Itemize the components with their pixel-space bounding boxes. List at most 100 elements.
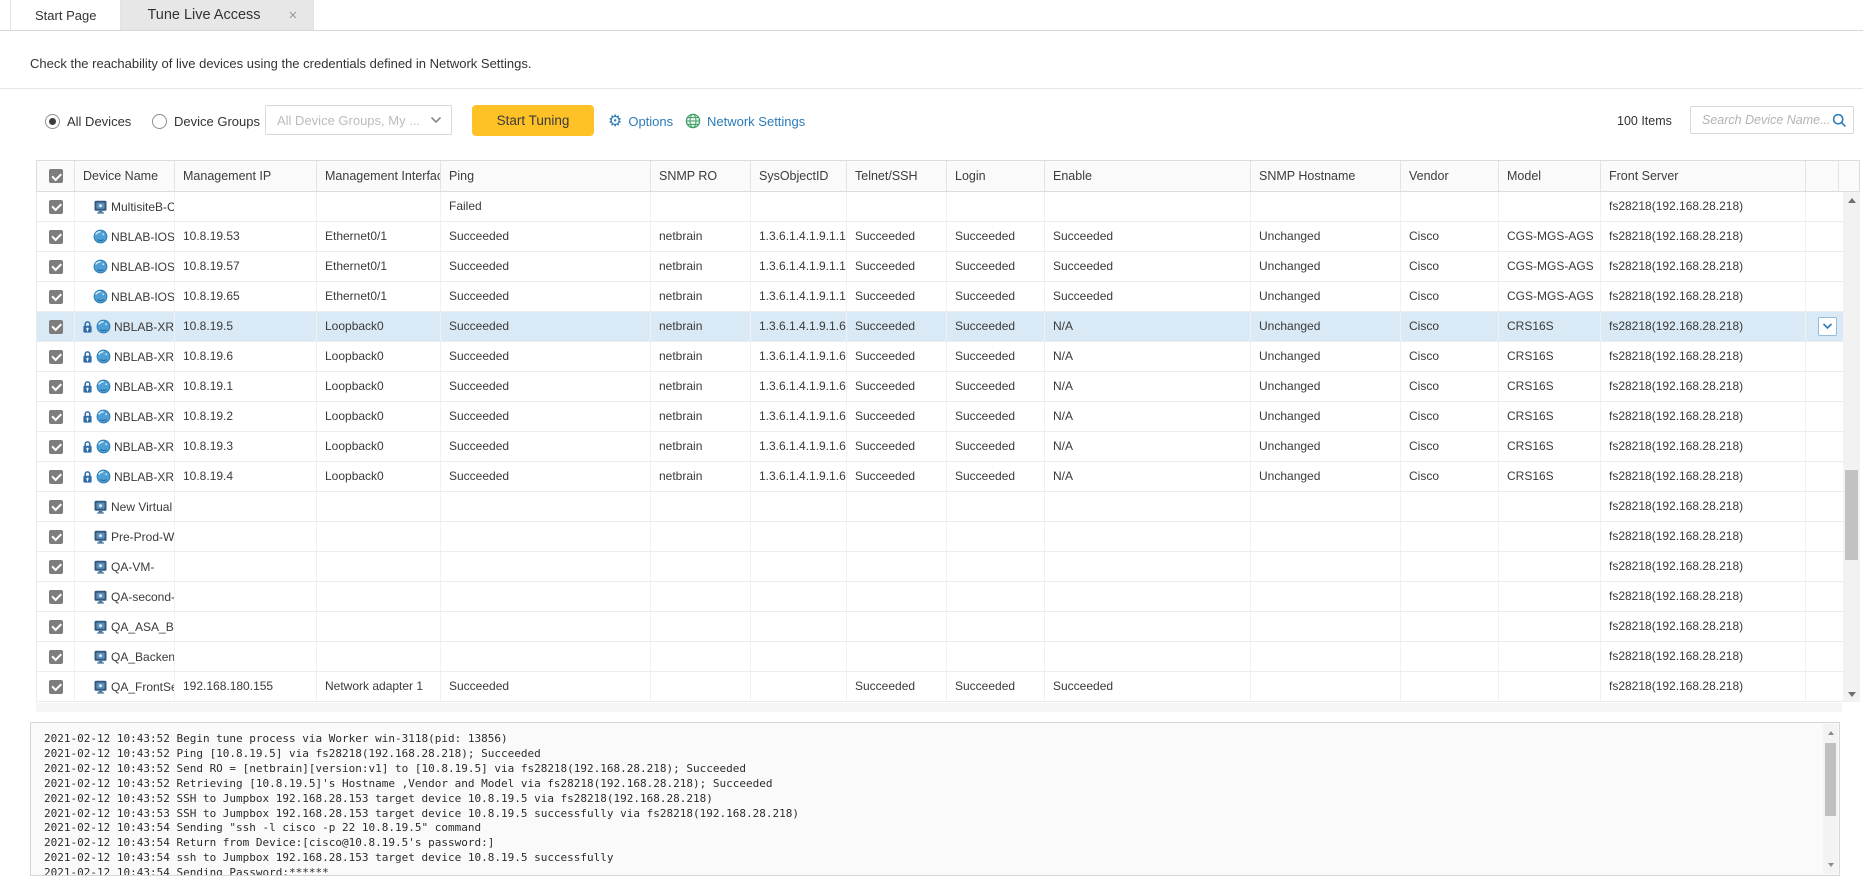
- row-checkbox[interactable]: [49, 620, 63, 634]
- radio-unselected-icon[interactable]: [152, 114, 167, 129]
- cell-snmp-ro: netbrain: [651, 282, 751, 311]
- cell-front-server: fs28218(192.168.28.218): [1601, 672, 1806, 701]
- row-checkbox[interactable]: [49, 470, 63, 484]
- tab-start-page[interactable]: Start Page: [10, 0, 120, 30]
- scroll-up-icon[interactable]: [1823, 725, 1838, 741]
- column-header-management-interface[interactable]: Management Interface ...: [317, 161, 441, 191]
- row-checkbox[interactable]: [49, 290, 63, 304]
- row-checkbox[interactable]: [49, 320, 63, 334]
- table-row[interactable]: New Virtual Machfs28218(192.168.28.218): [37, 492, 1860, 522]
- column-header-telnet-ssh[interactable]: Telnet/SSH: [847, 161, 947, 191]
- search-input[interactable]: [1700, 112, 1832, 128]
- scroll-up-icon[interactable]: [1843, 192, 1860, 208]
- cell-login: Succeeded: [947, 672, 1045, 701]
- cell-telnet-ssh: [847, 552, 947, 581]
- cell-telnet-ssh: Succeeded: [847, 222, 947, 251]
- scroll-down-icon[interactable]: [1823, 857, 1838, 873]
- table-row[interactable]: NBLAB-XR-PE10.8.19.1Loopback0Succeededne…: [37, 372, 1860, 402]
- start-tuning-button[interactable]: Start Tuning: [472, 105, 594, 136]
- table-row[interactable]: NBLAB-XR-PE10.8.19.4Loopback0Succeededne…: [37, 462, 1860, 492]
- column-header-login[interactable]: Login: [947, 161, 1045, 191]
- table-row[interactable]: NBLAB-XR-P210.8.19.6Loopback0Succeededne…: [37, 342, 1860, 372]
- cell-enable: Succeeded: [1045, 222, 1251, 251]
- column-header-management-ip[interactable]: Management IP: [175, 161, 317, 191]
- network-settings-button[interactable]: Network Settings: [685, 102, 805, 140]
- tab-tune-live-access[interactable]: Tune Live Access ×: [120, 0, 314, 30]
- cell-enable: N/A: [1045, 372, 1251, 401]
- cell-management-ip: 10.8.19.5: [175, 312, 317, 341]
- column-header-vendor[interactable]: Vendor: [1401, 161, 1499, 191]
- column-header-snmp-ro[interactable]: SNMP RO: [651, 161, 751, 191]
- row-checkbox[interactable]: [49, 680, 63, 694]
- table-row[interactable]: NBLAB-IOS-CE210.8.19.57Ethernet0/1Succee…: [37, 252, 1860, 282]
- search-box[interactable]: [1690, 106, 1854, 134]
- column-header-snmp-hostname[interactable]: SNMP Hostname: [1251, 161, 1401, 191]
- row-checkbox[interactable]: [49, 230, 63, 244]
- search-icon[interactable]: [1832, 113, 1847, 128]
- table-row[interactable]: NBLAB-XR-PE10.8.19.3Loopback0Succeededne…: [37, 432, 1860, 462]
- table-row[interactable]: QA-VM-fs28218(192.168.28.218): [37, 552, 1860, 582]
- row-checkbox[interactable]: [49, 260, 63, 274]
- select-all-checkbox[interactable]: [49, 169, 63, 183]
- device-name-text: NBLAB-XR-PE: [114, 403, 174, 431]
- row-checkbox[interactable]: [49, 590, 63, 604]
- column-header-enable[interactable]: Enable: [1045, 161, 1251, 191]
- table-row[interactable]: NBLAB-XR-PE10.8.19.2Loopback0Succeededne…: [37, 402, 1860, 432]
- cell-sys-object-id: 1.3.6.1.4.1.9.1.613: [751, 342, 847, 371]
- cell-enable: N/A: [1045, 342, 1251, 371]
- row-checkbox[interactable]: [49, 560, 63, 574]
- cell-vendor: [1401, 552, 1499, 581]
- table-row[interactable]: NBLAB-IOS-CE110.8.19.53Ethernet0/1Succee…: [37, 222, 1860, 252]
- column-header-ping[interactable]: Ping: [441, 161, 651, 191]
- table-row[interactable]: MultisiteB-CHI-WFailedfs28218(192.168.28…: [37, 192, 1860, 222]
- cell-telnet-ssh: Succeeded: [847, 282, 947, 311]
- table-vertical-scrollbar[interactable]: [1843, 192, 1860, 702]
- row-checkbox[interactable]: [49, 380, 63, 394]
- cell-snmp-hostname: Unchanged: [1251, 222, 1401, 251]
- cell-model: CGS-MGS-AGS: [1499, 282, 1601, 311]
- table-horizontal-scrollbar[interactable]: [36, 703, 1842, 712]
- cell-management-interface: Loopback0: [317, 462, 441, 491]
- cell-snmp-hostname: Unchanged: [1251, 402, 1401, 431]
- table-row[interactable]: QA_FrontServer_192.168.180.155Network ad…: [37, 672, 1860, 702]
- table-row[interactable]: Pre-Prod-Web1fs28218(192.168.28.218): [37, 522, 1860, 552]
- table-row[interactable]: NBLAB-XR-P110.8.19.5Loopback0Succeededne…: [37, 312, 1860, 342]
- row-checkbox[interactable]: [49, 650, 63, 664]
- scroll-down-icon[interactable]: [1843, 686, 1860, 702]
- cell-device-name: QA_ASA_Basic: [75, 612, 175, 641]
- table-row[interactable]: QA_Backend_srvfs28218(192.168.28.218): [37, 642, 1860, 672]
- table-row[interactable]: QA_ASA_Basicfs28218(192.168.28.218): [37, 612, 1860, 642]
- scrollbar-thumb[interactable]: [1845, 470, 1858, 560]
- row-actions-dropdown-button[interactable]: [1818, 317, 1837, 336]
- column-header-front-server[interactable]: Front Server: [1601, 161, 1806, 191]
- all-devices-radio[interactable]: All Devices: [45, 102, 131, 140]
- row-checkbox[interactable]: [49, 350, 63, 364]
- select-all-header[interactable]: [37, 161, 75, 191]
- cell-snmp-hostname: [1251, 612, 1401, 641]
- row-checkbox[interactable]: [49, 410, 63, 424]
- tab-close-icon[interactable]: ×: [289, 8, 298, 23]
- log-vertical-scrollbar[interactable]: [1823, 724, 1838, 874]
- device-groups-select[interactable]: All Device Groups, My ...: [265, 105, 452, 135]
- column-header-model[interactable]: Model: [1499, 161, 1601, 191]
- scrollbar-thumb[interactable]: [1825, 743, 1836, 816]
- column-header-device-name[interactable]: Device Name: [75, 161, 175, 191]
- row-checkbox[interactable]: [49, 200, 63, 214]
- device-groups-radio[interactable]: Device Groups: [152, 102, 260, 140]
- row-checkbox[interactable]: [49, 500, 63, 514]
- table-row[interactable]: NBLAB-IOS-CE310.8.19.65Ethernet0/1Succee…: [37, 282, 1860, 312]
- cell-model: CGS-MGS-AGS: [1499, 222, 1601, 251]
- device-groups-label: Device Groups: [174, 114, 260, 129]
- options-button[interactable]: ⚙ Options: [608, 102, 673, 140]
- cell-snmp-ro: [651, 612, 751, 641]
- cell-sys-object-id: [751, 552, 847, 581]
- cell-management-ip: 10.8.19.3: [175, 432, 317, 461]
- cell-device-name: QA_Backend_srv: [75, 642, 175, 671]
- cell-row-actions: [1806, 252, 1839, 281]
- row-checkbox[interactable]: [49, 440, 63, 454]
- row-checkbox[interactable]: [49, 530, 63, 544]
- cell-checkbox: [37, 432, 75, 461]
- table-row[interactable]: QA-second-VMfs28218(192.168.28.218): [37, 582, 1860, 612]
- column-header-sysobjectid[interactable]: SysObjectID: [751, 161, 847, 191]
- radio-selected-icon[interactable]: [45, 114, 60, 129]
